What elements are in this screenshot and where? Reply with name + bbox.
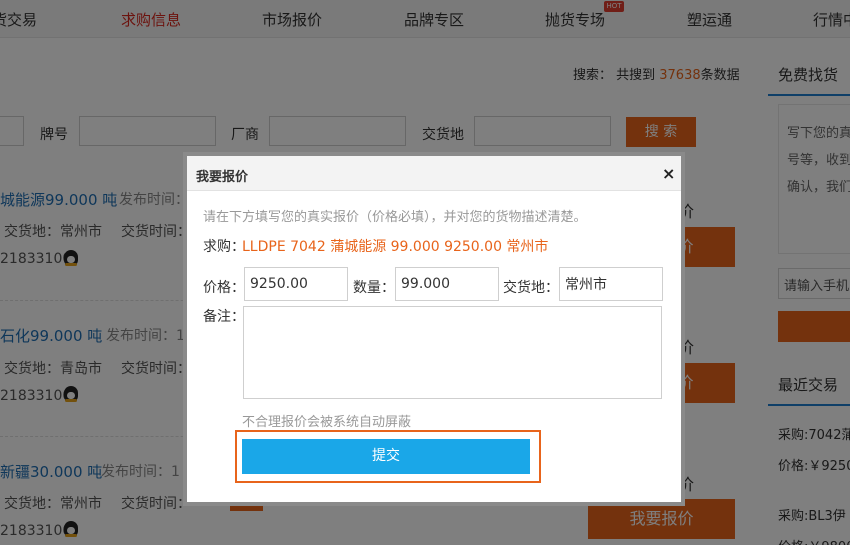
- delivery-place-label: 交货地：: [503, 280, 559, 296]
- warning-text: 不合理报价会被系统自动屏蔽: [242, 415, 412, 430]
- remark-textarea[interactable]: [243, 306, 662, 399]
- purchase-summary: LLDPE 7042 蒲城能源 99.000 9250.00 常州市: [242, 239, 549, 255]
- purchase-label: 求购：: [203, 239, 245, 255]
- submit-button[interactable]: 提交: [242, 439, 530, 474]
- close-icon[interactable]: ×: [662, 164, 675, 183]
- price-input[interactable]: [244, 267, 348, 301]
- dialog-title: 我要报价: [196, 170, 249, 185]
- quote-dialog: 我要报价 × 请在下方填写您的真实报价（价格必填），并对您的货物描述清楚。 求购…: [183, 152, 685, 506]
- dialog-hint: 请在下方填写您的真实报价（价格必填），并对您的货物描述清楚。: [203, 210, 587, 225]
- remark-label: 备注：: [203, 309, 245, 325]
- price-label: 价格：: [203, 280, 245, 296]
- quantity-input[interactable]: [395, 267, 499, 301]
- quantity-label: 数量：: [353, 280, 395, 296]
- delivery-place-input[interactable]: [559, 267, 663, 301]
- dialog-header: 我要报价 ×: [187, 156, 681, 191]
